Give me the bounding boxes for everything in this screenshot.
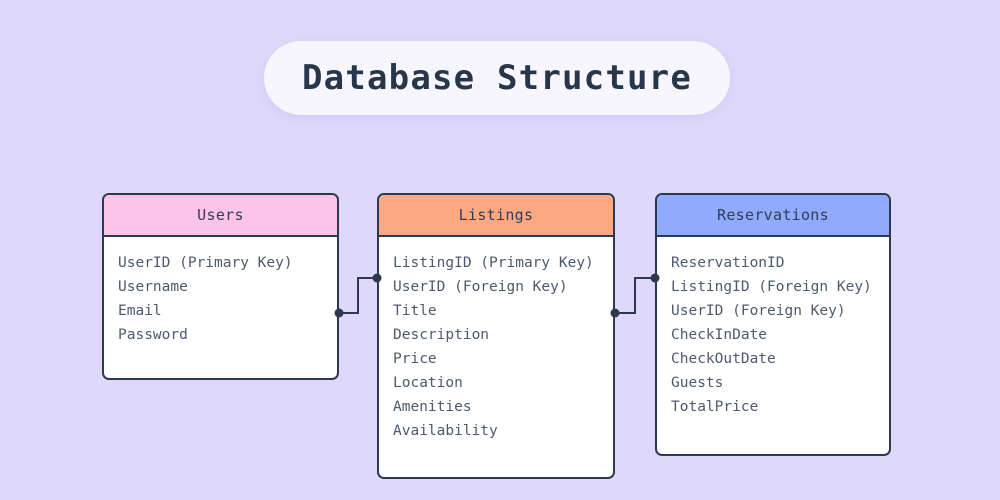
table-row: Password bbox=[118, 327, 188, 343]
table-row: Title bbox=[393, 303, 437, 319]
table-title-users: Users bbox=[197, 206, 244, 224]
table-row: UserID (Primary Key) bbox=[118, 255, 293, 271]
table-card-users[interactable]: Users UserID (Primary Key) Username Emai… bbox=[102, 193, 339, 380]
table-row: ListingID (Primary Key) bbox=[393, 255, 594, 271]
table-row: UserID (Foreign Key) bbox=[671, 303, 846, 319]
table-row: Amenities bbox=[393, 399, 472, 415]
page-title: Database Structure bbox=[301, 58, 693, 98]
table-row: Email bbox=[118, 303, 162, 319]
table-title-listings: Listings bbox=[458, 206, 534, 224]
table-row: Username bbox=[118, 279, 188, 295]
table-header-reservations: Reservations bbox=[657, 195, 889, 237]
table-row: CheckOutDate bbox=[671, 351, 776, 367]
table-row: ReservationID bbox=[671, 255, 785, 271]
table-row: Location bbox=[393, 375, 463, 391]
table-row: Guests bbox=[671, 375, 724, 391]
table-row: Availability bbox=[393, 423, 498, 439]
relationship-line bbox=[615, 277, 655, 314]
table-fields-reservations: ReservationID ListingID (Foreign Key) Us… bbox=[657, 237, 889, 431]
table-row: Price bbox=[393, 351, 437, 367]
table-row: Description bbox=[393, 327, 490, 343]
diagram-canvas: Database Structure Users UserID (Primary… bbox=[0, 0, 1000, 500]
table-row: TotalPrice bbox=[671, 399, 759, 415]
table-header-users: Users bbox=[104, 195, 337, 237]
relationship-line bbox=[339, 277, 377, 314]
table-title-reservations: Reservations bbox=[717, 206, 829, 224]
table-row: CheckInDate bbox=[671, 327, 768, 343]
table-header-listings: Listings bbox=[379, 195, 613, 237]
table-fields-users: UserID (Primary Key) Username Email Pass… bbox=[104, 237, 337, 359]
table-fields-listings: ListingID (Primary Key) UserID (Foreign … bbox=[379, 237, 613, 455]
table-row: ListingID (Foreign Key) bbox=[671, 279, 872, 295]
table-row: UserID (Foreign Key) bbox=[393, 279, 568, 295]
table-card-reservations[interactable]: Reservations ReservationID ListingID (Fo… bbox=[655, 193, 891, 456]
page-title-pill: Database Structure bbox=[264, 41, 730, 115]
table-card-listings[interactable]: Listings ListingID (Primary Key) UserID … bbox=[377, 193, 615, 479]
